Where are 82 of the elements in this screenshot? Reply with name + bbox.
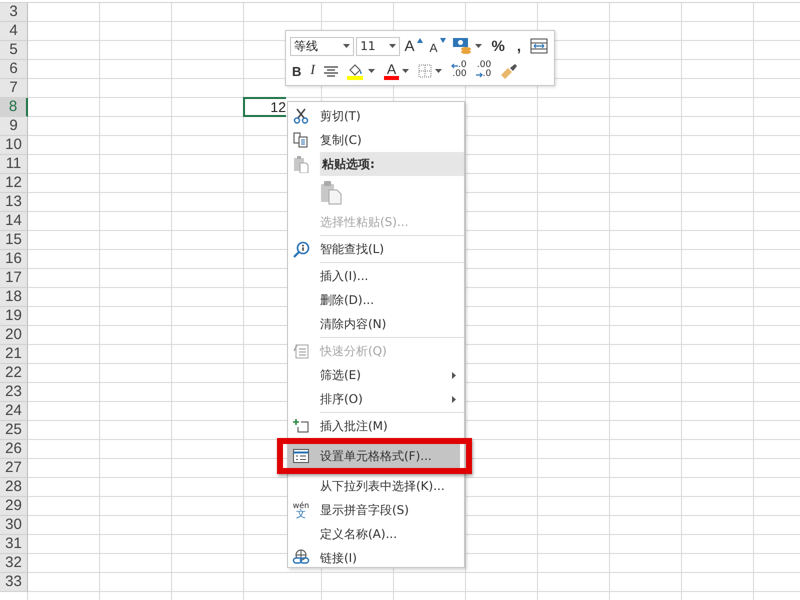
row-header[interactable]: 3	[0, 3, 28, 22]
row-header[interactable]: 29	[0, 497, 28, 516]
row-header[interactable]: 28	[0, 478, 28, 497]
left-arrow-icon	[451, 62, 458, 68]
merge-cells-icon[interactable]	[530, 38, 548, 54]
align-center-icon[interactable]	[324, 66, 338, 76]
menu-section-header: 粘贴选项:	[320, 152, 464, 176]
caret-icon[interactable]	[343, 44, 350, 48]
font-size-field[interactable]: 11	[356, 36, 400, 56]
fill-color-icon[interactable]	[347, 62, 366, 80]
format-painter-icon[interactable]	[500, 63, 518, 79]
row-header[interactable]: 8	[0, 98, 28, 117]
menu-item[interactable]: 从下拉列表中选择(K)...	[288, 474, 464, 498]
caret-icon[interactable]	[435, 69, 442, 73]
row-header[interactable]: 25	[0, 421, 28, 440]
menu-item[interactable]: 智能查找(L)	[288, 237, 464, 261]
borders-icon[interactable]	[418, 64, 432, 78]
row-header[interactable]: 24	[0, 402, 28, 421]
pinyin-icon: wén 文	[292, 500, 310, 520]
menu-item[interactable]: 插入批注(M)	[288, 414, 464, 438]
italic-button[interactable]: I	[308, 61, 318, 81]
format-cells-icon	[293, 449, 309, 463]
row-header[interactable]: 7	[0, 79, 28, 98]
bold-button[interactable]: B	[290, 61, 304, 81]
row-header[interactable]: 32	[0, 554, 28, 573]
row-header[interactable]: 21	[0, 345, 28, 364]
right-arrow-icon	[476, 72, 483, 78]
font-name-field[interactable]: 等线	[290, 36, 354, 56]
row-header[interactable]: 13	[0, 193, 28, 212]
row-header[interactable]: 4	[0, 22, 28, 41]
row-header[interactable]: 12	[0, 174, 28, 193]
caret-icon[interactable]	[475, 44, 482, 48]
row-header[interactable]: 10	[0, 136, 28, 155]
row-header[interactable]: 33	[0, 573, 28, 592]
row-header[interactable]: 22	[0, 364, 28, 383]
row-header[interactable]: 31	[0, 535, 28, 554]
menu-item[interactable]: 复制(C)	[288, 128, 464, 152]
down-arrow-icon	[440, 38, 446, 43]
grow-font-button[interactable]: A	[402, 36, 426, 56]
row-header[interactable]: 14	[0, 212, 28, 231]
increase-decimal-button[interactable]: .0 .00	[449, 61, 469, 81]
row-header[interactable]: 23	[0, 383, 28, 402]
format-button[interactable]: %	[486, 36, 510, 56]
row-header[interactable]: 11	[0, 155, 28, 174]
menu-item[interactable]: 插入(I)...	[288, 264, 464, 288]
row-header[interactable]: 27	[0, 459, 28, 478]
scissors-icon	[293, 108, 309, 124]
document-lines-icon	[293, 343, 309, 359]
caret-icon[interactable]	[389, 44, 396, 48]
add-note-icon	[293, 419, 309, 433]
row-header[interactable]: 17	[0, 269, 28, 288]
lookup-icon	[292, 240, 310, 258]
menu-item[interactable]: 定义名称(A)...	[288, 522, 464, 546]
menu-item[interactable]: 清除内容(N)	[288, 312, 464, 336]
row-header[interactable]: 30	[0, 516, 28, 535]
menu-item[interactable]: 链接(I)	[288, 546, 464, 570]
row-header[interactable]: 16	[0, 250, 28, 269]
row-header[interactable]: 15	[0, 231, 28, 250]
shrink-font-button[interactable]: A	[427, 36, 448, 56]
menu-item[interactable]: 删除(D)...	[288, 288, 464, 312]
menu-item[interactable]: wén 文 显示拼音字段(S)	[288, 498, 464, 522]
caret-icon[interactable]	[402, 69, 410, 73]
row-header[interactable]: 6	[0, 60, 28, 79]
row-header[interactable]: 19	[0, 307, 28, 326]
row-header[interactable]: 26	[0, 440, 28, 459]
row-header[interactable]: 5	[0, 41, 28, 60]
money-icon[interactable]	[452, 37, 472, 55]
row-header[interactable]: 20	[0, 326, 28, 345]
menu-item[interactable]: 设置单元格格式(F)...	[288, 444, 460, 468]
active-cell[interactable]: 12	[243, 97, 286, 117]
copy-icon	[293, 132, 309, 148]
menu-item[interactable]: 筛选(E)	[288, 363, 464, 387]
clipboard-icon	[293, 156, 309, 172]
menu-item[interactable]: 排序(O)	[288, 387, 464, 411]
row-header[interactable]: 18	[0, 288, 28, 307]
row-header[interactable]: 9	[0, 117, 28, 136]
up-arrow-icon	[417, 38, 424, 43]
format-button[interactable]: ,	[512, 36, 526, 56]
decrease-decimal-button[interactable]: .00 .0	[474, 61, 494, 81]
font-color-button[interactable]: A	[384, 62, 400, 80]
menu-item[interactable]: 剪切(T)	[288, 104, 464, 128]
caret-icon[interactable]	[368, 69, 376, 73]
